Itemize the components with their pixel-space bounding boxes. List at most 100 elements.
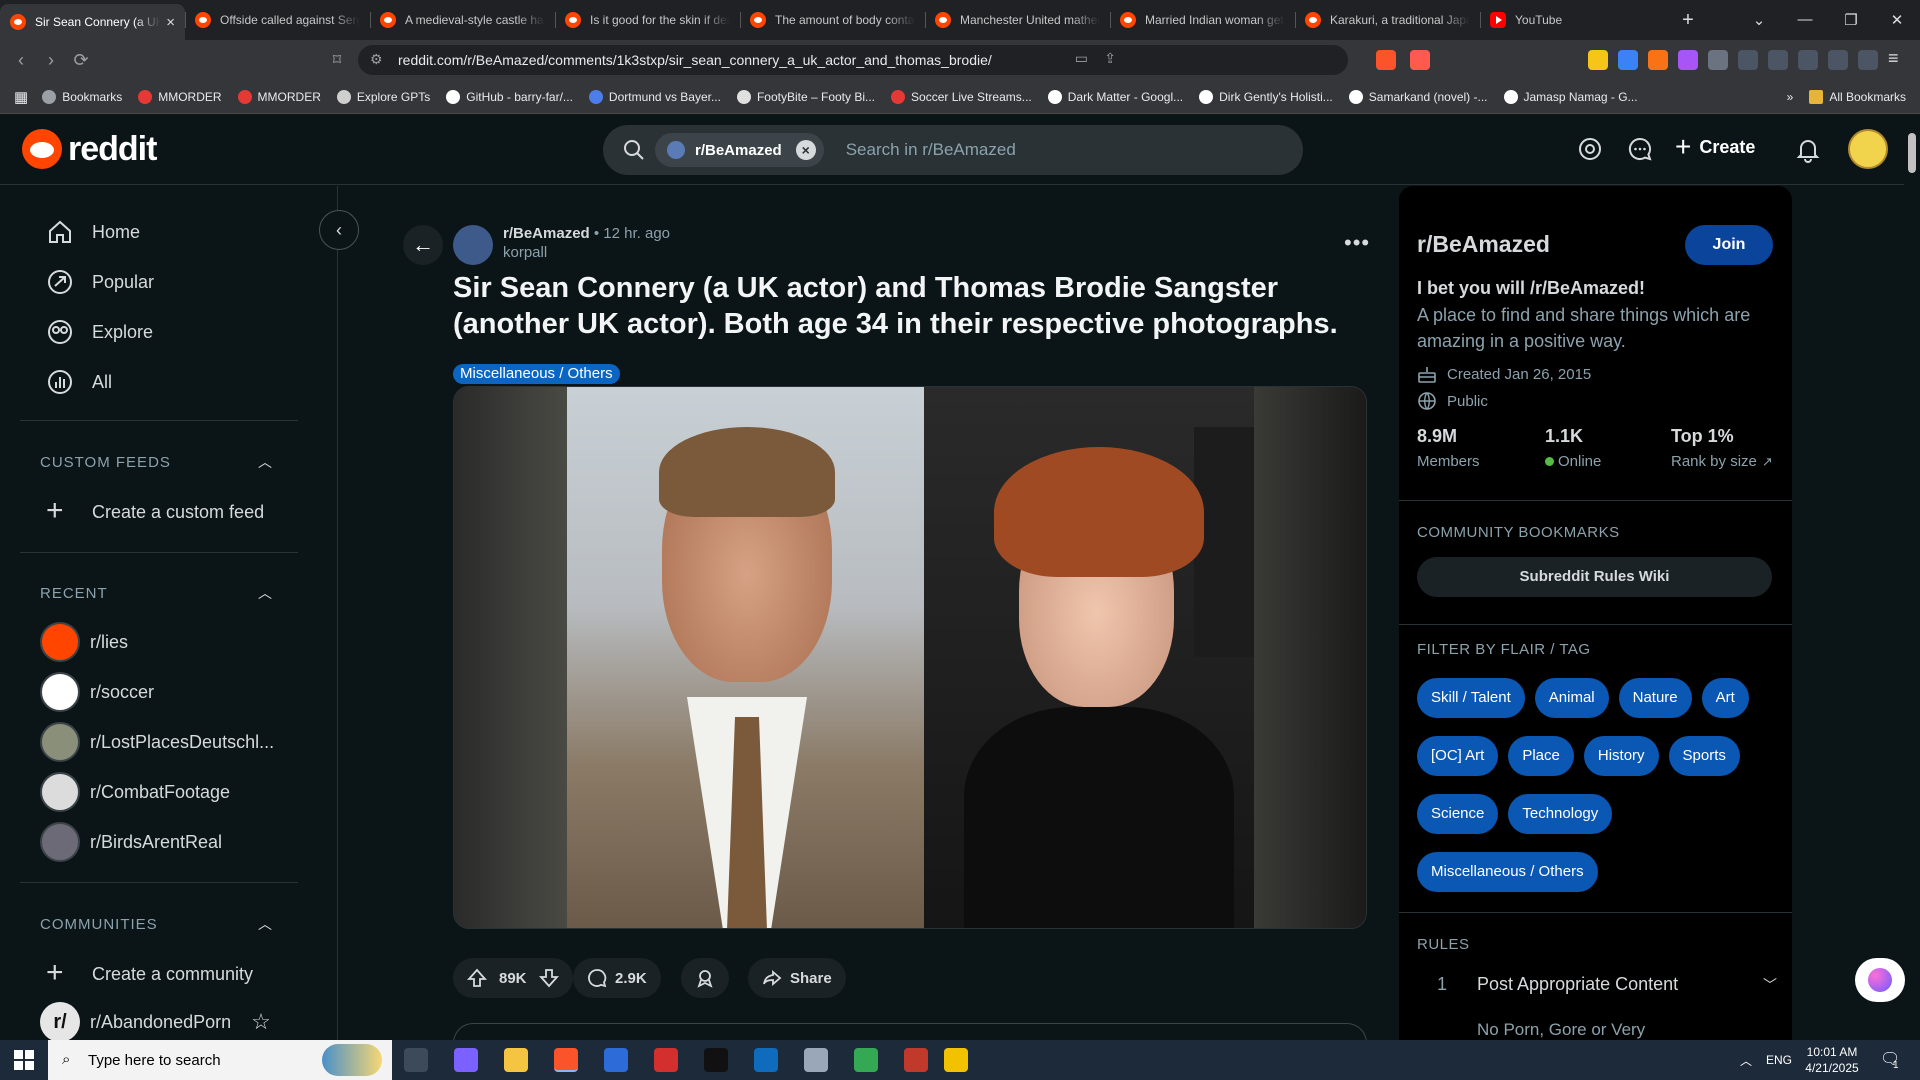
cast-icon[interactable]: ▭ [1075,50,1088,67]
bookmark-item[interactable]: MMORDER [237,89,321,104]
flair-filter-chip[interactable]: Technology [1508,794,1613,834]
bookmark-item[interactable]: MMORDER [138,89,222,104]
photos-app-icon[interactable] [804,1048,828,1072]
sidebar-toggle-icon[interactable] [1768,50,1788,70]
back-button[interactable]: ← [403,225,443,265]
communities-heading[interactable]: COMMUNITIES [40,916,158,933]
shield-icon[interactable] [1708,50,1728,70]
user-avatar[interactable] [1848,129,1888,169]
more-options-icon[interactable]: ••• [1344,230,1370,256]
flair-filter-chip[interactable]: Animal [1534,678,1609,718]
chart-app-icon[interactable] [604,1048,628,1072]
create-custom-feed[interactable]: + Create a custom feed [46,496,264,526]
bookmark-item[interactable]: Dark Matter - Googl... [1047,89,1183,104]
clear-scope-icon[interactable]: × [795,140,816,160]
copilot-icon[interactable] [454,1048,478,1072]
page-scrollbar[interactable] [1904,115,1920,1040]
join-button[interactable]: Join [1685,225,1773,265]
bookmarks-overflow-icon[interactable]: » [1787,90,1794,104]
extension-icon-1[interactable] [1588,50,1608,70]
bookmark-item[interactable]: Dortmund vs Bayer... [588,89,721,104]
taskbar-search-input[interactable]: ⌕ Type here to search [48,1040,392,1080]
flair-filter-chip[interactable]: [OC] Art [1417,736,1499,776]
create-post-button[interactable]: + Create [1675,133,1755,161]
task-view-icon[interactable] [404,1048,428,1072]
all-bookmarks-folder[interactable]: All Bookmarks [1809,89,1906,104]
recent-community-item[interactable]: r/CombatFootage [40,772,230,812]
flair-filter-chip[interactable]: Science [1417,794,1499,834]
bookmark-item[interactable]: Explore GPTs [336,89,430,104]
share-page-icon[interactable]: ⇪ [1104,50,1116,67]
scrollbar-thumb[interactable] [1908,133,1916,173]
tray-overflow-icon[interactable]: ︿ [1740,1052,1752,1069]
flair-filter-chip[interactable]: Art [1701,678,1749,718]
bookmark-item[interactable]: Jamasp Namag - G... [1503,89,1638,104]
share-button[interactable]: Share [748,958,846,998]
bookmark-item[interactable]: FootyBite – Footy Bi... [736,89,875,104]
browser-tab[interactable]: Sir Sean Connery (a UK actor) and Thomas… [0,4,185,40]
windows-start-icon[interactable] [14,1050,34,1070]
close-tab-icon[interactable]: × [166,14,175,31]
post-subreddit-link[interactable]: r/BeAmazed [503,225,590,242]
red-app-icon[interactable] [654,1048,678,1072]
bookmark-item[interactable]: GitHub - barry-far/... [446,89,573,104]
browser-tab[interactable]: Married Indian woman gets [1110,0,1295,40]
new-tab-button[interactable]: + [1673,9,1703,32]
file-explorer-icon[interactable] [504,1048,528,1072]
media-app-icon[interactable] [904,1048,928,1072]
collapse-nav-button[interactable]: ‹ [319,210,359,250]
bookmark-item[interactable]: Samarkand (novel) -... [1348,89,1488,104]
nav-all[interactable]: All [46,368,112,396]
bookmark-item[interactable]: Soccer Live Streams... [891,89,1032,104]
nav-explore[interactable]: Explore [46,318,153,346]
post-flair[interactable]: Miscellaneous / Others [453,364,620,384]
search-bar[interactable]: r/BeAmazed × Search in r/BeAmazed [603,125,1303,175]
extension-icon-3[interactable] [1648,50,1668,70]
create-community[interactable]: + Create a community [46,958,253,988]
advertise-icon[interactable] [1576,135,1604,163]
recent-community-item[interactable]: r/LostPlacesDeutschl... [40,722,274,762]
close-window-button[interactable]: ✕ [1874,11,1920,29]
chat-icon[interactable] [1626,135,1654,163]
flair-filter-chip[interactable]: Nature [1618,678,1692,718]
rank-stat[interactable]: Top 1% Rank by size ↗ [1671,426,1773,470]
terminal-icon[interactable] [704,1048,728,1072]
post-image[interactable] [453,386,1367,929]
recent-community-item[interactable]: r/soccer [40,672,154,712]
language-indicator[interactable]: ENG [1766,1053,1792,1067]
bookmark-item[interactable]: Bookmarks [42,89,122,104]
nav-home[interactable]: Home [46,218,140,246]
minimize-button[interactable]: — [1782,11,1828,29]
recent-community-item[interactable]: r/BirdsArentReal [40,822,222,862]
flair-filter-chip[interactable]: Miscellaneous / Others [1417,852,1598,892]
browser-tab[interactable]: Karakuri, a traditional Japan [1295,0,1480,40]
bookmark-item[interactable]: Dirk Gently's Holisti... [1199,89,1333,104]
extension-icon-4[interactable] [1678,50,1698,70]
comments-button[interactable]: 2.9K [573,958,661,998]
notifications-bell-icon[interactable] [1794,135,1822,163]
rule-item[interactable]: 1 Post Appropriate Content ﹀ [1437,974,1777,995]
brave-browser-icon[interactable] [554,1048,578,1072]
chevron-up-icon[interactable]: ︿ [258,452,272,472]
forward-icon[interactable]: › [36,50,66,71]
extensions-puzzle-icon[interactable] [1738,50,1758,70]
browser-tab[interactable]: A medieval-style castle has [370,0,555,40]
floating-assistant-button[interactable] [1855,958,1905,1002]
leo-ai-icon[interactable] [1828,50,1848,70]
extension-icon-2[interactable] [1618,50,1638,70]
back-icon[interactable]: ‹ [6,50,36,71]
apps-grid-icon[interactable]: ▦ [14,88,28,106]
wallet-icon[interactable] [1798,50,1818,70]
flair-filter-chip[interactable]: History [1583,736,1659,776]
flair-filter-chip[interactable]: Sports [1668,736,1740,776]
restore-button[interactable]: ❐ [1828,11,1874,29]
recent-community-item[interactable]: r/lies [40,622,128,662]
yellow-app-icon[interactable] [944,1048,968,1072]
chevron-up-icon[interactable]: ︿ [258,583,272,603]
chevron-up-icon[interactable]: ︿ [258,914,272,934]
flair-filter-chip[interactable]: Place [1508,736,1574,776]
outlook-icon[interactable] [754,1048,778,1072]
reload-icon[interactable]: ⟳ [66,50,96,71]
recent-heading[interactable]: RECENT [40,585,108,602]
browser-tab[interactable]: The amount of body contact [740,0,925,40]
